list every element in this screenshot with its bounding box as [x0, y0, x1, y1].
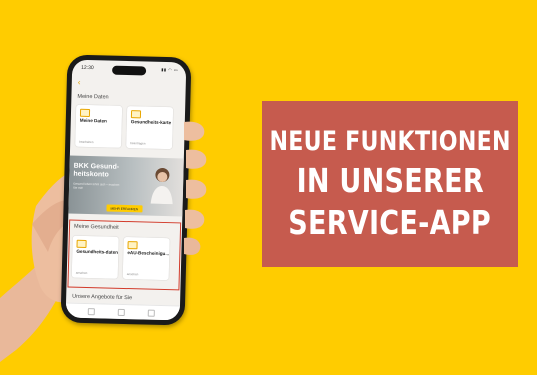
headline-line-3: SERVICE-APP [288, 203, 492, 242]
headline-line-1: NEUE FUNKTIONEN [269, 126, 511, 157]
headline-banner: NEUE FUNKTIONEN IN UNSERER SERVICE-APP [262, 101, 518, 267]
headline-line-2: IN UNSERER [296, 161, 484, 200]
